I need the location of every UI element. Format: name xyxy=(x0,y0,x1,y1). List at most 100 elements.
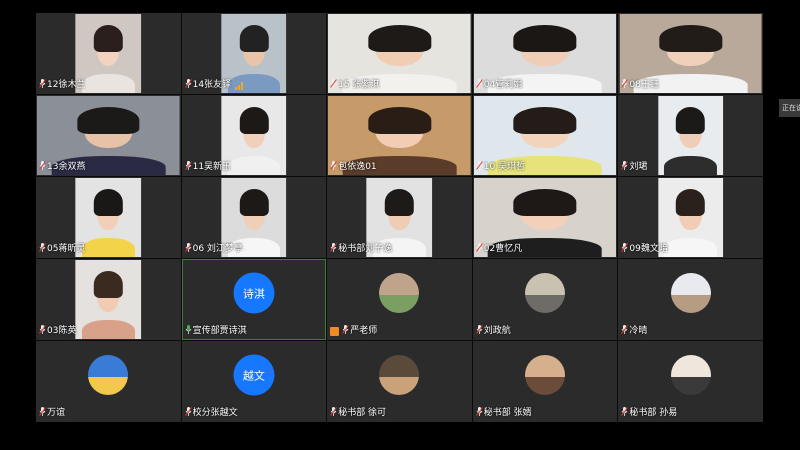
participant-label: 刘政航 xyxy=(475,325,511,338)
participant-label: 包依逸01 xyxy=(330,161,377,174)
participant-label: 10 吴琪哲 xyxy=(475,161,526,174)
participant-tile[interactable]: 秘书部 张婿 xyxy=(472,341,618,422)
participant-tile[interactable]: 03陈英 xyxy=(36,259,181,340)
participant-tile[interactable]: 刘珺 xyxy=(618,95,763,176)
participant-name: 05蒋昕灵 xyxy=(47,244,86,254)
participant-label: 08王钰 xyxy=(621,79,659,92)
participant-name: 11吴新玉 xyxy=(192,162,232,172)
mic-muted-icon xyxy=(621,243,629,256)
participant-label: 13余双燕 xyxy=(39,161,85,174)
participant-name: 15 张紫淇 xyxy=(338,80,380,90)
participant-tile[interactable]: 包依逸01 xyxy=(327,95,472,176)
participant-tile[interactable]: 越文校分张越文 xyxy=(181,341,327,422)
participant-label: 冷晴 xyxy=(621,325,647,338)
mic-muted-icon xyxy=(184,407,192,420)
participant-tile[interactable]: 08王钰 xyxy=(618,13,763,94)
participant-name: 08王钰 xyxy=(629,80,659,90)
participant-tile[interactable]: 秘书部刘子逸 xyxy=(327,177,472,258)
participant-label: 11吴新玉 xyxy=(184,161,232,174)
participant-avatar xyxy=(525,273,566,314)
participant-tile[interactable]: 10 吴琪哲 xyxy=(472,95,618,176)
mic-muted-icon xyxy=(330,161,338,174)
participant-name: 刘政航 xyxy=(483,326,511,336)
participant-name: 宣传部贾诗淇 xyxy=(192,326,247,336)
participant-tile[interactable]: 09魏文暗 xyxy=(618,177,763,258)
participant-label: 秘书部 张婿 xyxy=(475,407,532,420)
participant-tile[interactable]: 15 张紫淇 xyxy=(327,13,472,94)
speaking-indicator-tab[interactable]: 正在说 xyxy=(779,99,800,117)
mic-muted-icon xyxy=(475,325,483,338)
mic-muted-icon xyxy=(621,161,629,174)
participant-tile[interactable]: 万谊 xyxy=(36,341,181,422)
participant-tile[interactable]: 严老师 xyxy=(327,259,472,340)
participant-initials-avatar: 越文 xyxy=(233,354,275,396)
mic-muted-icon xyxy=(621,325,629,338)
participant-tile[interactable]: 冷晴 xyxy=(618,259,763,340)
participant-label: 秘书部 孙易 xyxy=(621,407,677,420)
participant-label: 万谊 xyxy=(39,407,65,420)
mic-muted-icon xyxy=(39,407,46,420)
participant-tile[interactable]: 06 刘江梦亭 xyxy=(181,177,327,258)
participant-name: 14张友铎 xyxy=(192,80,232,90)
participant-tile[interactable]: 诗淇宣传部贾诗淇 xyxy=(181,259,327,340)
mic-muted-icon xyxy=(342,325,350,338)
participant-label: 14张友铎 xyxy=(184,79,244,92)
participant-name: 09魏文暗 xyxy=(629,244,668,254)
participant-tile[interactable]: 秘书部 孙易 xyxy=(618,341,763,422)
mic-muted-icon xyxy=(475,161,483,174)
mic-muted-icon xyxy=(39,325,46,338)
participant-tile[interactable]: 11吴新玉 xyxy=(181,95,327,176)
mic-muted-icon xyxy=(475,407,483,420)
participant-label: 04管莉娟 xyxy=(475,79,523,92)
participant-label: 秘书部 徐可 xyxy=(330,407,386,420)
participant-label: 校分张越文 xyxy=(184,407,238,420)
participant-avatar xyxy=(379,273,420,314)
participant-tile[interactable]: 12徐木兰 xyxy=(36,13,181,94)
participant-tile[interactable]: 秘书部 徐可 xyxy=(327,341,472,422)
participant-label: 12徐木兰 xyxy=(39,79,85,92)
host-badge-icon xyxy=(330,327,340,336)
mic-muted-icon xyxy=(475,79,483,92)
mic-muted-icon xyxy=(184,79,192,92)
mic-muted-icon xyxy=(621,407,629,420)
participant-tile[interactable]: 14张友铎 xyxy=(181,13,327,94)
participant-label: 秘书部刘子逸 xyxy=(330,243,392,256)
participant-name: 02曹忆凡 xyxy=(483,244,523,254)
mic-muted-icon xyxy=(330,243,338,256)
network-signal-icon xyxy=(235,81,244,90)
participant-name: 包依逸01 xyxy=(338,162,377,172)
participant-name: 秘书部 徐可 xyxy=(338,408,387,418)
participant-name: 秘书部刘子逸 xyxy=(338,244,393,254)
mic-on-icon xyxy=(185,325,192,338)
participant-avatar xyxy=(670,273,711,314)
participant-name: 03陈英 xyxy=(47,326,77,336)
mic-muted-icon xyxy=(39,79,46,92)
mic-muted-icon xyxy=(330,79,338,92)
participant-name: 13余双燕 xyxy=(47,162,86,172)
mic-muted-icon xyxy=(184,243,192,256)
participant-name: 12徐木兰 xyxy=(47,80,86,90)
participant-initials-avatar: 诗淇 xyxy=(233,272,275,314)
participant-name: 校分张越文 xyxy=(192,408,238,418)
participant-tile[interactable]: 刘政航 xyxy=(472,259,618,340)
participant-name: 冷晴 xyxy=(629,326,648,336)
participant-label: 严老师 xyxy=(330,325,377,338)
participant-tile[interactable]: 04管莉娟 xyxy=(472,13,618,94)
participant-avatar xyxy=(88,355,129,396)
mic-muted-icon xyxy=(330,407,338,420)
participant-label: 03陈英 xyxy=(39,325,76,338)
participant-name: 秘书部 张婿 xyxy=(483,408,532,418)
participant-name: 10 吴琪哲 xyxy=(483,162,526,172)
participant-tile[interactable]: 13余双燕 xyxy=(36,95,181,176)
mic-muted-icon xyxy=(475,243,483,256)
participant-label: 刘珺 xyxy=(621,161,647,174)
mic-muted-icon xyxy=(621,79,629,92)
participant-name: 秘书部 孙易 xyxy=(629,408,678,418)
participant-name: 04管莉娟 xyxy=(483,80,523,90)
participant-name: 万谊 xyxy=(47,408,66,418)
participant-tile[interactable]: 05蒋昕灵 xyxy=(36,177,181,258)
participant-label: 15 张紫淇 xyxy=(330,79,380,92)
participant-tile[interactable]: 02曹忆凡 xyxy=(472,177,618,258)
mic-muted-icon xyxy=(39,243,46,256)
participant-avatar xyxy=(379,355,420,396)
